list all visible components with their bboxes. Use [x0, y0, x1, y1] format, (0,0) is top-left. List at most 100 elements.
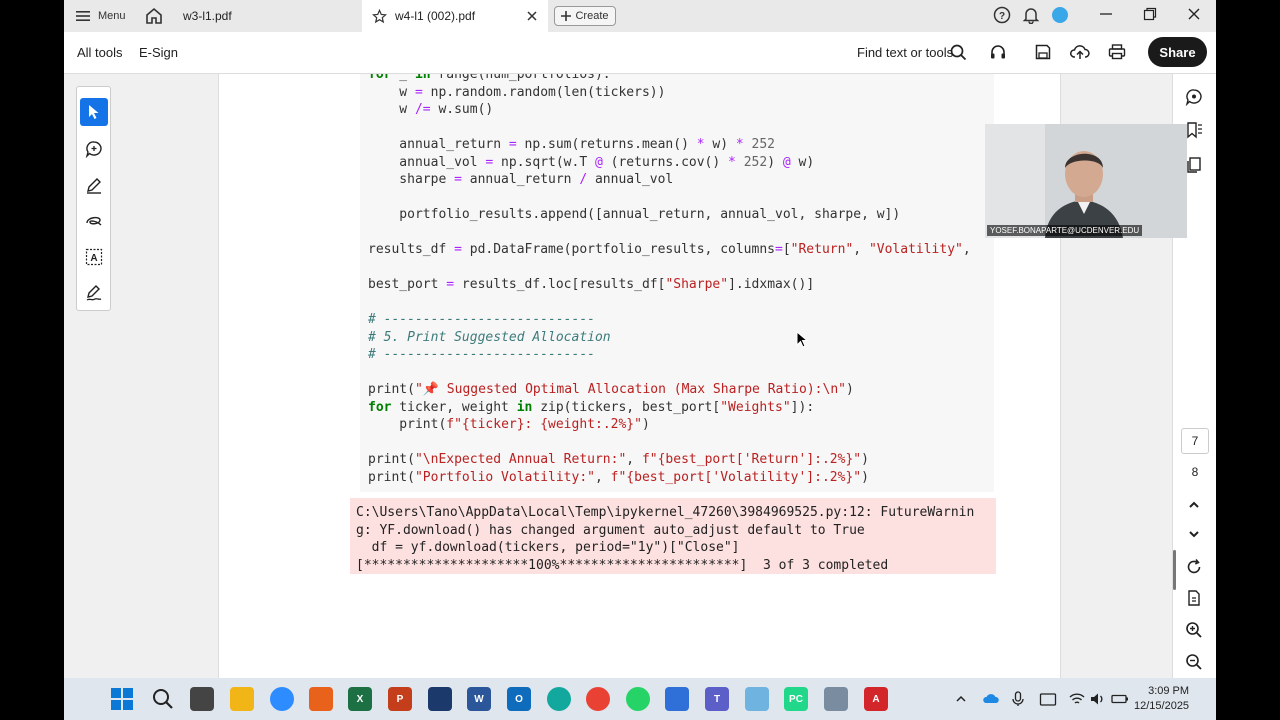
code-token: ) [861, 469, 869, 485]
chevron-up-icon[interactable] [1185, 496, 1203, 514]
tab-w4-l1[interactable]: w4-l1 (002).pdf [362, 0, 548, 32]
screen-capture-icon[interactable] [1039, 691, 1057, 707]
zoom-icon[interactable] [270, 687, 294, 711]
system-clock[interactable]: 3:09 PM 12/15/2025 [1134, 684, 1189, 714]
calculator-grid-icon[interactable] [428, 687, 452, 711]
menu-button[interactable]: Menu [76, 6, 126, 26]
acrobat-icon[interactable]: A [864, 687, 888, 711]
tab-w3-l1[interactable]: w3-l1.pdf [169, 0, 359, 32]
fit-page-icon[interactable] [1185, 589, 1203, 607]
battery-icon[interactable] [1111, 691, 1129, 707]
pycharm-icon[interactable]: PC [784, 687, 808, 711]
code-token: w) [790, 154, 815, 170]
highlight-tool[interactable] [80, 171, 108, 199]
comment-panel-icon[interactable] [1185, 88, 1203, 106]
bell-icon[interactable] [1022, 6, 1040, 24]
headphones-icon[interactable] [989, 43, 1007, 61]
close-icon[interactable] [524, 8, 540, 24]
excel-icon[interactable]: X [348, 687, 372, 711]
select-tool[interactable] [80, 98, 108, 126]
share-button[interactable]: Share [1148, 37, 1207, 67]
snipping-tool-icon[interactable] [745, 687, 769, 711]
zoom-in-icon[interactable] [1185, 621, 1203, 639]
zoom-out-icon[interactable] [1185, 653, 1203, 671]
matlab-icon[interactable] [309, 687, 333, 711]
home-button[interactable] [144, 6, 164, 31]
onedrive-icon[interactable] [982, 691, 1000, 707]
code-token: ) [861, 452, 869, 467]
word-icon[interactable]: W [467, 687, 491, 711]
restore-icon[interactable] [1142, 6, 1158, 22]
help-icon[interactable]: ? [993, 6, 1011, 24]
wifi-icon[interactable] [1068, 691, 1086, 707]
clock-date: 12/15/2025 [1134, 700, 1190, 712]
webcam-overlay[interactable]: YOSEF.BONAPARTE@UCDENVER.EDU [985, 124, 1187, 238]
output-line: [*********************100%**************… [356, 557, 889, 573]
comment-tool[interactable] [80, 135, 108, 163]
esign-link[interactable]: E-Sign [139, 45, 178, 60]
create-button[interactable]: Create [554, 6, 616, 26]
code-line: print(f"{ticker}: {weight:.2%}") [368, 416, 971, 434]
file-explorer-icon[interactable] [230, 687, 254, 711]
whatsapp-icon[interactable] [626, 687, 650, 711]
output-line: df = yf.download(tickers, period="1y")["… [356, 540, 740, 555]
code-line: results_df = pd.DataFrame(portfolio_resu… [368, 241, 971, 259]
network-app-icon[interactable] [824, 687, 848, 711]
chevron-down-icon[interactable] [1185, 525, 1203, 543]
minimize-icon[interactable] [1098, 6, 1114, 22]
task-view-icon[interactable] [190, 687, 214, 711]
star-icon[interactable] [372, 8, 387, 24]
code-token: * [735, 137, 744, 152]
search-icon[interactable] [950, 44, 967, 61]
microphone-icon[interactable] [1009, 691, 1027, 707]
code-token: / [579, 172, 588, 187]
hamburger-icon [76, 11, 90, 21]
find-text-button[interactable]: Find text or tools [857, 45, 953, 60]
upload-cloud-icon[interactable] [1070, 43, 1090, 61]
draw-tool[interactable] [80, 207, 108, 235]
chrome-icon[interactable] [586, 687, 610, 711]
profile-avatar-icon[interactable] [1051, 6, 1069, 24]
output-cell-warning: C:\Users\Tano\AppData\Local\Temp\ipykern… [350, 498, 996, 574]
left-tools-panel: A [76, 86, 111, 311]
code-token: [ [782, 242, 791, 257]
code-token: range(num_portfolios): [430, 74, 611, 82]
code-token: best_port [368, 277, 447, 292]
volume-icon[interactable] [1089, 691, 1107, 707]
print-icon[interactable] [1108, 43, 1126, 61]
edge-icon[interactable] [547, 687, 571, 711]
rotate-icon[interactable] [1185, 558, 1203, 576]
code-token: annual_return [368, 137, 509, 152]
sign-tool[interactable] [80, 279, 108, 307]
page-number-next[interactable]: 8 [1181, 459, 1209, 485]
powerpoint-icon[interactable]: P [388, 687, 412, 711]
chevron-up-tray-icon[interactable] [955, 693, 967, 705]
windows-start-icon[interactable] [111, 688, 133, 710]
text-tool[interactable]: A [80, 243, 108, 271]
page-number-current[interactable]: 7 [1181, 428, 1209, 454]
code-token: # --------------------------- [368, 312, 595, 327]
code-token: = [414, 84, 423, 100]
code-token: "Portfolio Volatility:" [414, 469, 595, 485]
code-line: annual_return = np.sum(returns.mean() * … [368, 136, 971, 154]
share-label: Share [1159, 44, 1196, 60]
taskbar-search-icon[interactable] [152, 688, 174, 710]
pages-panel-icon[interactable] [1185, 156, 1203, 174]
scrollbar-thumb[interactable] [1173, 550, 1176, 590]
code-token: print( [368, 417, 447, 432]
code-token: , [626, 452, 642, 467]
outlook-icon[interactable]: O [507, 687, 531, 711]
code-token: results_df [368, 242, 455, 257]
remote-desktop-icon[interactable] [665, 687, 689, 711]
code-line: # 5. Print Suggested Allocation [368, 329, 971, 347]
text-box-icon: A [85, 248, 103, 266]
code-token: sharpe [368, 172, 455, 187]
save-icon[interactable] [1034, 43, 1052, 61]
all-tools-link[interactable]: All tools [77, 45, 123, 60]
mouse-pointer-icon [796, 331, 808, 348]
teams-icon[interactable]: T [705, 687, 729, 711]
bookmark-panel-icon[interactable] [1185, 121, 1203, 139]
code-token: zip(tickers, best_port[ [532, 399, 721, 415]
window-close-icon[interactable] [1186, 6, 1202, 22]
